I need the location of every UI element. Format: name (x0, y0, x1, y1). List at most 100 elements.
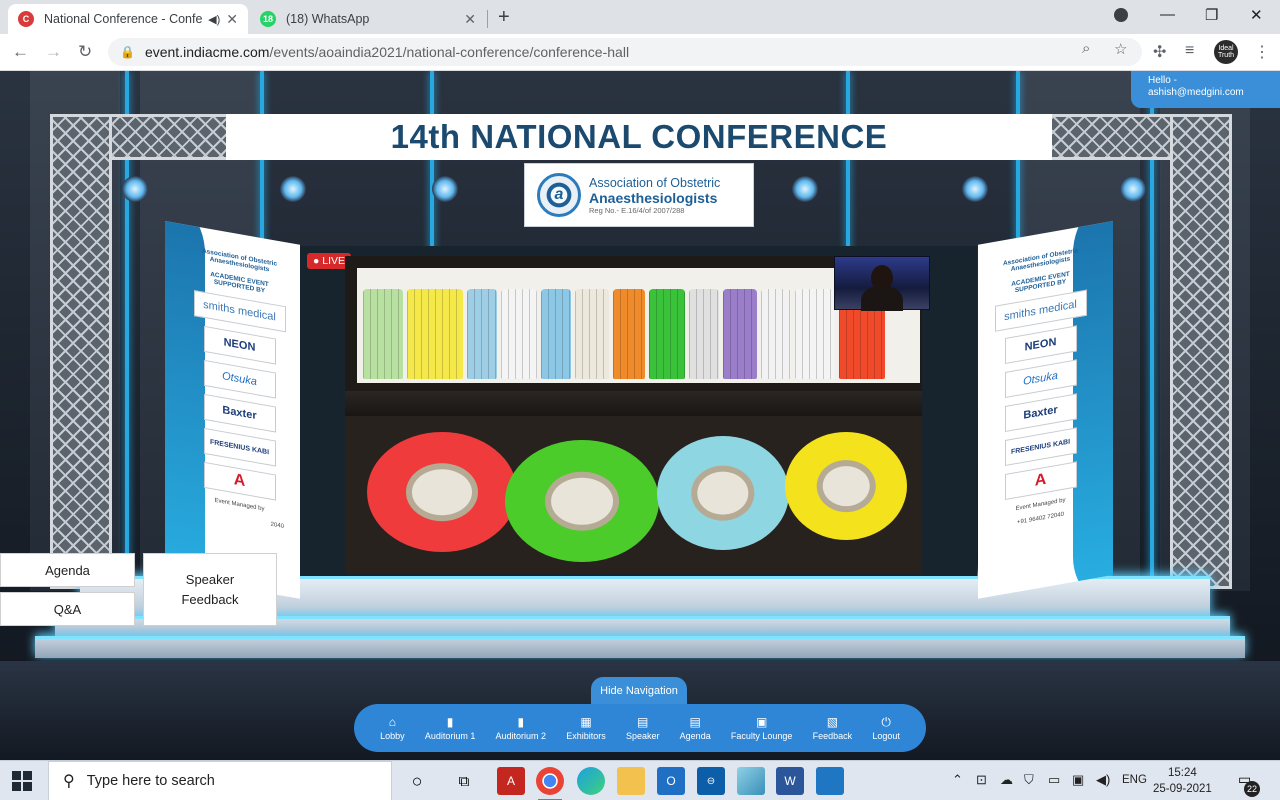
association-seal-icon: a (537, 173, 581, 217)
forward-icon[interactable]: → (45, 42, 62, 62)
speaker-webcam (834, 256, 930, 311)
browser-tab-strip: C National Conference - Confe ◀) ✕ 18 (1… (0, 0, 1280, 34)
managed-by: Event Managed by (214, 497, 265, 513)
speaker-feedback-button[interactable]: Speaker Feedback (143, 553, 277, 626)
spotlight (432, 176, 458, 202)
tab-whatsapp[interactable]: 18 (18) WhatsApp ✕ (250, 4, 486, 34)
new-tab-icon[interactable]: + (498, 6, 510, 29)
word-icon[interactable]: W (776, 767, 804, 795)
truss-right (1170, 114, 1232, 589)
nav-lobby[interactable]: ⌂ Lobby (380, 714, 405, 741)
nav-exhibitors[interactable]: ▦ Exhibitors (566, 714, 606, 741)
volume-icon[interactable]: ◀) (1096, 772, 1110, 788)
file-explorer-icon[interactable] (617, 767, 645, 795)
menu-icon[interactable]: ⋮ (1254, 42, 1270, 62)
baxter-logo: Baxter (1004, 393, 1077, 433)
tab-search-icon[interactable] (1114, 8, 1128, 22)
browser-toolbar: ← → ↻ 🔒 event.indiacme.com/events/aoaind… (0, 34, 1280, 71)
sponsor-panel-right: Association of Obstetric Anaesthesiologi… (978, 221, 1113, 599)
bottom-navigation: ⌂ Lobby ▮ Auditorium 1 ▮ Auditorium 2 ▦ Exhi… (354, 704, 926, 752)
battery-icon[interactable]: ▭ (1048, 772, 1060, 788)
otsuka-logo: Otsuka (1004, 359, 1077, 399)
display-icon[interactable]: ▣ (1072, 772, 1084, 788)
sponsor-phone: +91 96402 72040 (1017, 511, 1064, 526)
windows-start-icon[interactable] (12, 771, 32, 791)
spotlight (1120, 176, 1146, 202)
outlook-icon[interactable]: O (657, 767, 685, 795)
nav-auditorium-1[interactable]: ▮ Auditorium 1 (425, 715, 476, 741)
notification-center-icon[interactable]: ▭ 22 (1238, 771, 1262, 797)
spotlight (280, 176, 306, 202)
bookmark-star-icon[interactable]: ☆ (1114, 40, 1127, 58)
sponsor-panel-left: Association of Obstetric Anaesthesiologi… (165, 221, 300, 599)
profile-avatar[interactable]: Ideal Truth (1214, 40, 1238, 64)
tab-national-conference[interactable]: C National Conference - Confe ◀) ✕ (8, 4, 248, 34)
back-icon[interactable]: ← (12, 42, 29, 62)
live-video-screen[interactable]: ● LIVE (300, 246, 977, 576)
agenda-button[interactable]: Agenda (0, 553, 135, 587)
nav-faculty-lounge[interactable]: ▣ Faculty Lounge (731, 715, 793, 741)
acrobat-icon[interactable]: A (497, 767, 525, 795)
zoom-icon[interactable]: ⌕ (1082, 40, 1090, 57)
logo-registration: Reg No.- E.16/4/of 2007/288 (589, 205, 685, 215)
language-indicator[interactable]: ENG (1122, 774, 1147, 786)
grid-icon: ▦ (580, 714, 592, 729)
nav-agenda[interactable]: ▤ Agenda (680, 714, 711, 741)
restore-icon[interactable]: ❐ (1205, 6, 1218, 24)
reading-list-icon[interactable]: ≡ (1185, 42, 1194, 60)
search-icon: ⚲ (63, 773, 75, 790)
system-clock[interactable]: 15:24 25-09-2021 (1153, 765, 1212, 797)
taskbar-search[interactable]: ⚲ Type here to search (48, 761, 392, 800)
extensions-icon[interactable]: ✣ (1153, 42, 1166, 62)
tab-title: National Conference - Confe (44, 12, 203, 26)
close-window-icon[interactable]: ✕ (1250, 6, 1263, 24)
url-path: /events/aoaindia2021/national-conference… (269, 44, 630, 60)
managed-by: Event Managed by (1015, 497, 1066, 513)
nav-auditorium-2[interactable]: ▮ Auditorium 2 (496, 715, 547, 741)
spotlight (122, 176, 148, 202)
stage-step (35, 636, 1245, 658)
reload-icon[interactable]: ↻ (78, 42, 92, 62)
cortana-icon[interactable]: ○ (403, 767, 431, 795)
notes-app-icon[interactable] (737, 767, 765, 795)
dell-icon[interactable]: ⊖ (697, 767, 725, 795)
arrow-logo: A (203, 461, 276, 501)
home-icon: ⌂ (388, 714, 396, 729)
minimize-icon[interactable]: — (1160, 6, 1175, 23)
baxter-logo: Baxter (203, 393, 276, 433)
user-email: ashish@medgini.com (1148, 87, 1244, 98)
address-bar[interactable]: 🔒 event.indiacme.com/events/aoaindia2021… (108, 38, 1142, 66)
network-adapter-icon[interactable]: ⊡ (976, 772, 987, 788)
speaker-icon[interactable]: ◀) (208, 13, 220, 26)
hide-navigation-button[interactable]: Hide Navigation (591, 677, 687, 705)
nav-speaker[interactable]: ▤ Speaker (626, 715, 660, 741)
spotlight (792, 176, 818, 202)
close-tab-icon[interactable]: ✕ (226, 11, 238, 28)
close-tab-icon[interactable]: ✕ (464, 11, 476, 28)
onedrive-icon[interactable]: ☁ (1000, 772, 1013, 788)
task-view-icon[interactable]: ⧉ (450, 767, 478, 795)
neon-logo: NEON (203, 325, 276, 365)
arrow-logo: A (1004, 461, 1077, 501)
fresenius-logo: FRESENIUS KABI (1004, 427, 1077, 467)
edge-icon[interactable] (577, 767, 605, 795)
nav-feedback[interactable]: ▧ Feedback (813, 714, 853, 741)
notification-count: 22 (1244, 781, 1260, 797)
qa-button[interactable]: Q&A (0, 592, 135, 626)
message-icon: ▧ (826, 714, 839, 729)
document-icon: ▤ (689, 714, 701, 729)
security-icon[interactable]: ⛉ (1024, 772, 1034, 788)
neon-logo: NEON (1004, 325, 1077, 365)
chrome-icon[interactable] (536, 767, 564, 800)
url-host: event.indiacme.com (144, 44, 270, 60)
otsuka-logo: Otsuka (203, 359, 276, 399)
tab-title: (18) WhatsApp (286, 12, 370, 26)
nav-logout[interactable]: ⏻ Logout (872, 715, 900, 741)
conference-hall-scene: 14th NATIONAL CONFERENCE a Association o… (0, 71, 1280, 760)
show-hidden-icons-icon[interactable]: ⌃ (952, 772, 963, 788)
truss-left (50, 114, 112, 589)
fresenius-logo: FRESENIUS KABI (203, 427, 276, 467)
logo-line-2: Anaesthesiologists (589, 189, 718, 206)
search-placeholder: Type here to search (86, 773, 215, 789)
photos-icon[interactable] (816, 767, 844, 795)
